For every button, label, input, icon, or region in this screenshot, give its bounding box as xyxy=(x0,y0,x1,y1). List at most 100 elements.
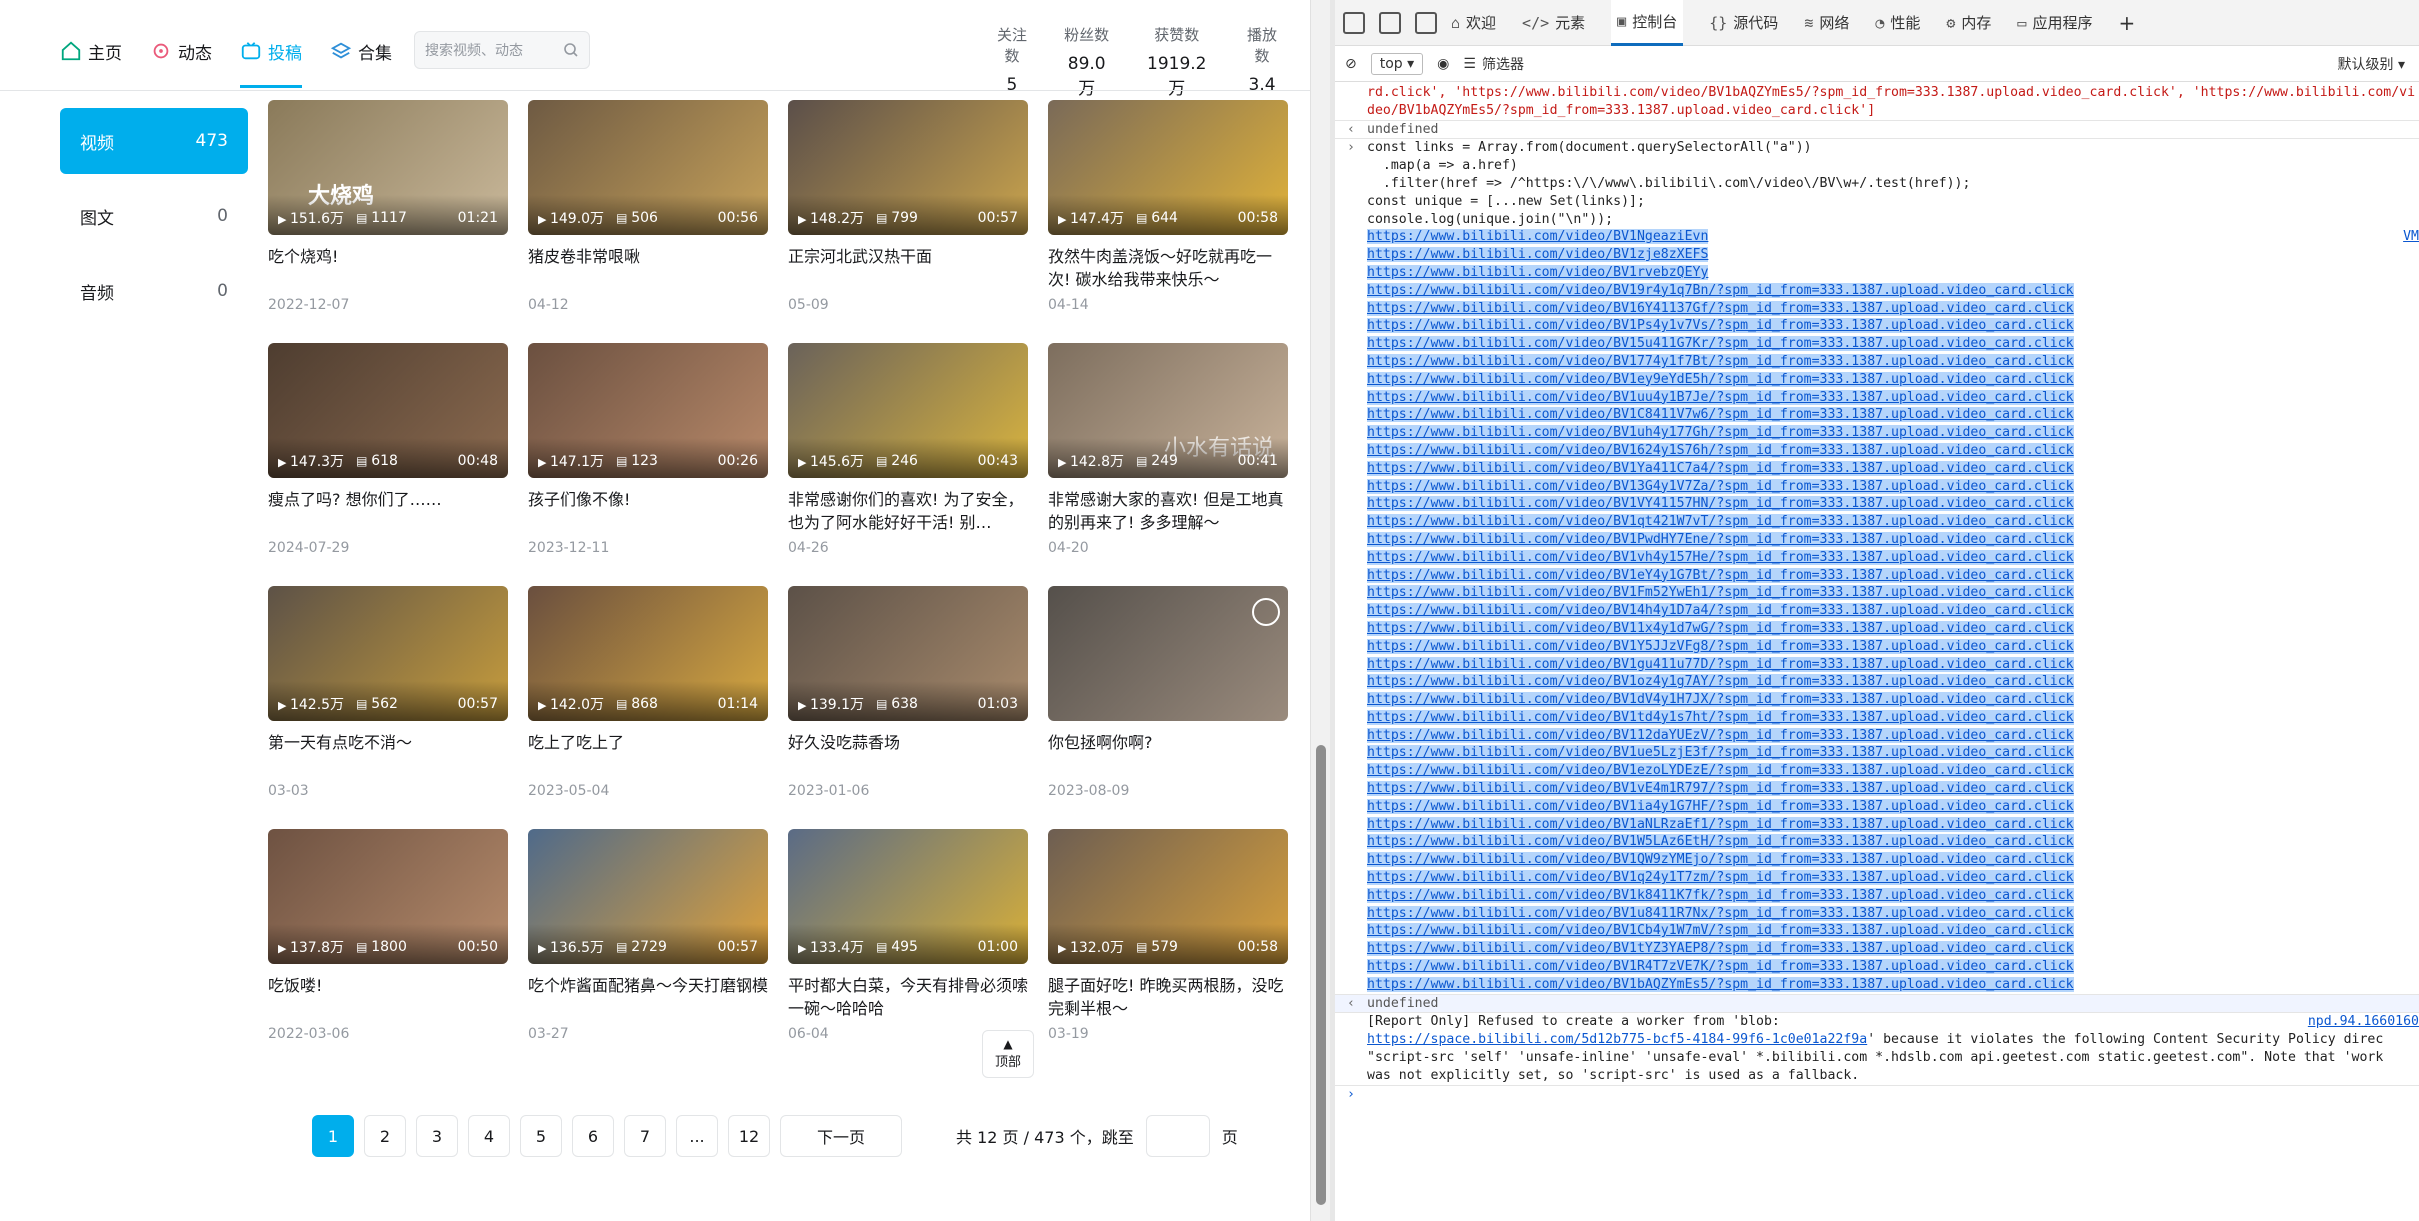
tab-collection[interactable]: 合集 xyxy=(330,34,392,68)
page-button[interactable]: 4 xyxy=(468,1115,510,1157)
console-url[interactable]: https://www.bilibili.com/video/BV1aNLRza… xyxy=(1367,816,2074,832)
console-url[interactable]: https://www.bilibili.com/video/BV1gu411u… xyxy=(1367,656,2074,672)
video-title[interactable]: 孜然牛肉盖浇饭～好吃就再吃一次! 碳水给我带来快乐～ xyxy=(1048,245,1288,291)
add-tab-icon[interactable]: + xyxy=(2118,11,2135,35)
console-url[interactable]: https://www.bilibili.com/video/BV1zje8zX… xyxy=(1367,247,1709,263)
video-title[interactable]: 平时都大白菜，今天有排骨必须嗦一碗～哈哈哈 xyxy=(788,974,1028,1020)
back-to-top-button[interactable]: ▲ 顶部 xyxy=(982,1030,1034,1078)
console-url[interactable]: https://www.bilibili.com/video/BV1ue5Lzj… xyxy=(1367,745,2074,761)
clear-console-icon[interactable]: ⊘ xyxy=(1345,56,1357,72)
sidebar-item[interactable]: 视频 473 xyxy=(60,108,248,174)
console-url[interactable]: https://www.bilibili.com/video/BV1774y1f… xyxy=(1367,353,2074,369)
console-url[interactable]: https://www.bilibili.com/video/BV14h4y1D… xyxy=(1367,603,2074,619)
console-url[interactable]: https://www.bilibili.com/video/BV112daYU… xyxy=(1367,727,2074,743)
sidebar-item[interactable]: 图文 0 xyxy=(60,183,248,249)
console-url[interactable]: https://www.bilibili.com/video/BV1R4T7zV… xyxy=(1367,959,2074,975)
next-page-button[interactable]: 下一页 xyxy=(780,1115,902,1157)
video-card[interactable]: ▶ 142.5万 ▤ 562 00:57 第一天有点吃不消～ 03-03 xyxy=(268,586,508,799)
video-card[interactable]: ▶ 139.1万 ▤ 638 01:03 好久没吃蒜香场 2023-01-06 xyxy=(788,586,1028,799)
video-card[interactable]: 你包拯啊你啊? 2023-08-09 xyxy=(1048,586,1288,799)
page-scrollbar[interactable] xyxy=(1310,0,1330,1221)
console-url[interactable]: https://www.bilibili.com/video/BV1PwdHY7… xyxy=(1367,531,2074,547)
page-button[interactable]: 12 xyxy=(728,1115,770,1157)
video-card[interactable]: ▶ 136.5万 ▤ 2729 00:57 吃个炸酱面配猪鼻～今天打磨钢模 03-27 xyxy=(528,829,768,1042)
console-url[interactable]: https://www.bilibili.com/video/BV1Cb4y1W… xyxy=(1367,923,2074,939)
console-url[interactable]: https://www.bilibili.com/video/BV1tYZ3YA… xyxy=(1367,941,2074,957)
console-url[interactable]: https://www.bilibili.com/video/BV1uu4y1B… xyxy=(1367,389,2074,405)
console-prompt[interactable]: › xyxy=(1335,1086,2419,1104)
console-url[interactable]: https://www.bilibili.com/video/BV1dV4y1H… xyxy=(1367,692,2074,708)
devtools-tab[interactable]: ◔ 性能 xyxy=(1875,12,1920,33)
console-url[interactable]: https://www.bilibili.com/video/BV19r4y1q… xyxy=(1367,282,2074,298)
tab-upload[interactable]: 投稿 xyxy=(240,34,302,88)
search-input[interactable]: 搜索视频、动态 xyxy=(425,40,563,60)
search-box[interactable]: 搜索视频、动态 xyxy=(414,31,590,69)
video-title[interactable]: 第一天有点吃不消～ xyxy=(268,731,508,777)
report-source-link[interactable]: npd.94.1660160 xyxy=(2308,1013,2419,1031)
video-thumbnail[interactable]: ▶ 139.1万 ▤ 638 01:03 xyxy=(788,586,1028,721)
video-thumbnail[interactable]: ▶ 142.5万 ▤ 562 00:57 xyxy=(268,586,508,721)
page-button[interactable]: 1 xyxy=(312,1115,354,1157)
tab-dynamic[interactable]: 动态 xyxy=(150,34,212,68)
console-url[interactable]: https://www.bilibili.com/video/BV16Y4113… xyxy=(1367,300,2074,316)
console-url[interactable]: https://www.bilibili.com/video/BV1ia4y1G… xyxy=(1367,798,2074,814)
video-thumbnail[interactable]: 小水有话说▶ 142.8万▤ 24900:41 xyxy=(1048,343,1288,478)
video-title[interactable]: 腿子面好吃! 昨晚买两根肠，没吃完剩半根～ xyxy=(1048,974,1288,1020)
video-title[interactable]: 好久没吃蒜香场 xyxy=(788,731,1028,777)
video-thumbnail[interactable]: ▶ 145.6万 ▤ 246 00:43 xyxy=(788,343,1028,478)
video-card[interactable]: ▶ 142.0万 ▤ 868 01:14 吃上了吃上了 2023-05-04 xyxy=(528,586,768,799)
console-url[interactable]: https://www.bilibili.com/video/BV1ey9eYd… xyxy=(1367,371,2074,387)
devtools-tab[interactable]: ⌂ 欢迎 xyxy=(1451,12,1496,33)
video-title[interactable]: 吃个炸酱面配猪鼻～今天打磨钢模 xyxy=(528,974,768,1020)
console-url[interactable]: https://www.bilibili.com/video/BV11x4y1d… xyxy=(1367,620,2074,636)
console-url[interactable]: https://www.bilibili.com/video/BV1vh4y15… xyxy=(1367,549,2074,565)
scrollbar-thumb[interactable] xyxy=(1316,745,1326,1205)
devtools-tab[interactable]: ▣ 控制台 xyxy=(1611,0,1684,46)
device-toolbar-icon[interactable] xyxy=(1379,11,1401,34)
video-title[interactable]: 正宗河北武汉热干面 xyxy=(788,245,1028,291)
page-button[interactable]: 7 xyxy=(624,1115,666,1157)
video-thumbnail[interactable]: ▶ 147.4万 ▤ 644 00:58 xyxy=(1048,100,1288,235)
console-url[interactable]: https://www.bilibili.com/video/BV15u411G… xyxy=(1367,336,2074,352)
console-url[interactable]: https://www.bilibili.com/video/BV1Ngeazi… xyxy=(1367,229,1709,245)
console-url[interactable]: https://www.bilibili.com/video/BV1vE4m1R… xyxy=(1367,781,2074,797)
sidebar-toggle-icon[interactable] xyxy=(1415,11,1437,34)
video-card[interactable]: ▶ 133.4万 ▤ 495 01:00 平时都大白菜，今天有排骨必须嗦一碗～哈哈哈 0… xyxy=(788,829,1028,1042)
page-button[interactable]: ... xyxy=(676,1115,718,1157)
video-thumbnail[interactable]: ▶ 137.8万 ▤ 1800 00:50 xyxy=(268,829,508,964)
page-button[interactable]: 2 xyxy=(364,1115,406,1157)
video-title[interactable]: 非常感谢大家的喜欢! 但是工地真的别再来了! 多多理解～ xyxy=(1048,488,1288,534)
devtools-tab[interactable]: ▭ 应用程序 xyxy=(2017,12,2092,33)
console-url[interactable]: https://www.bilibili.com/video/BV1VY4115… xyxy=(1367,496,2074,512)
inspect-icon[interactable] xyxy=(1343,11,1365,34)
page-button[interactable]: 3 xyxy=(416,1115,458,1157)
console-url[interactable]: https://www.bilibili.com/video/BV1Ps4y1v… xyxy=(1367,318,2074,334)
log-level-select[interactable]: 默认级别 ▾ xyxy=(2338,54,2405,74)
video-title[interactable]: 非常感谢你们的喜欢! 为了安全，也为了阿水能好好干活! 别… xyxy=(788,488,1028,534)
vm-link[interactable]: VM xyxy=(2403,228,2419,246)
console-url[interactable]: https://www.bilibili.com/video/BV1Ya411C… xyxy=(1367,460,2074,476)
video-thumbnail[interactable]: ▶ 142.0万 ▤ 868 01:14 xyxy=(528,586,768,721)
console-url[interactable]: https://www.bilibili.com/video/BV1eY4y1G… xyxy=(1367,567,2074,583)
console-url[interactable]: https://www.bilibili.com/video/BV1qt421W… xyxy=(1367,514,2074,530)
console-url[interactable]: https://www.bilibili.com/video/BV1oz4y1g… xyxy=(1367,674,2074,690)
console-url[interactable]: https://www.bilibili.com/video/BV1W5LAz6… xyxy=(1367,834,2074,850)
video-card[interactable]: ▶ 148.2万 ▤ 799 00:57 正宗河北武汉热干面 05-09 xyxy=(788,100,1028,313)
console-url[interactable]: https://www.bilibili.com/video/BV1Y5JJzV… xyxy=(1367,638,2074,654)
tab-home[interactable]: 主页 xyxy=(60,34,122,68)
devtools-tab[interactable]: ≋ 网络 xyxy=(1804,12,1849,33)
console-url[interactable]: https://www.bilibili.com/video/BV1QW9zYM… xyxy=(1367,852,2074,868)
console-url[interactable]: https://www.bilibili.com/video/BV1C8411V… xyxy=(1367,407,2074,423)
console-url[interactable]: https://www.bilibili.com/video/BV1uh4y17… xyxy=(1367,425,2074,441)
filter-input[interactable]: 筛选器 xyxy=(1482,54,1524,74)
video-thumbnail[interactable]: 大烧鸡▶ 151.6万▤ 111701:21 xyxy=(268,100,508,235)
console-url[interactable]: https://www.bilibili.com/video/BV1rvebzQ… xyxy=(1367,264,1709,280)
search-icon[interactable] xyxy=(563,42,579,58)
console-url[interactable]: https://www.bilibili.com/video/BV13G4y1V… xyxy=(1367,478,2074,494)
video-title[interactable]: 吃饭喽! xyxy=(268,974,508,1020)
video-title[interactable]: 你包拯啊你啊? xyxy=(1048,731,1288,777)
video-thumbnail[interactable]: ▶ 147.1万 ▤ 123 00:26 xyxy=(528,343,768,478)
video-thumbnail[interactable]: ▶ 147.3万 ▤ 618 00:48 xyxy=(268,343,508,478)
video-thumbnail[interactable]: ▶ 149.0万 ▤ 506 00:56 xyxy=(528,100,768,235)
video-card[interactable]: ▶ 132.0万 ▤ 579 00:58 腿子面好吃! 昨晚买两根肠，没吃完剩半根～ 0… xyxy=(1048,829,1288,1042)
